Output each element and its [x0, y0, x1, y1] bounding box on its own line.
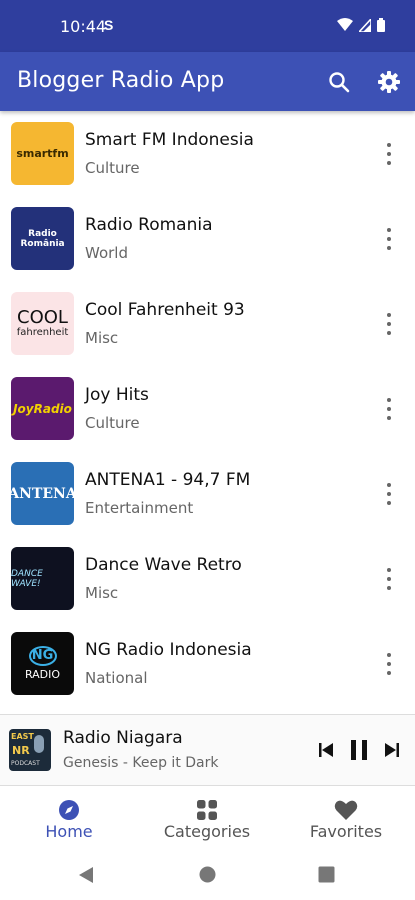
more-options-icon[interactable]: [381, 313, 397, 335]
nav-label: Favorites: [309, 822, 383, 841]
previous-button[interactable]: [316, 739, 336, 761]
station-row[interactable]: smartfm Smart FM Indonesia Culture: [0, 111, 415, 196]
station-logo: DANCE WAVE!: [11, 547, 74, 610]
status-time: 10:44: [60, 17, 107, 36]
station-logo: smartfm: [11, 122, 74, 185]
station-row[interactable]: COOL fahrenheit Cool Fahrenheit 93 Misc: [0, 281, 415, 366]
more-options-icon[interactable]: [381, 398, 397, 420]
settings-button[interactable]: [374, 67, 404, 97]
pause-icon: [351, 740, 367, 760]
logo-text: COOL: [17, 307, 68, 328]
back-icon[interactable]: [78, 866, 94, 884]
recents-icon[interactable]: [318, 866, 335, 883]
station-name: Cool Fahrenheit 93: [85, 300, 245, 320]
station-logo: COOL fahrenheit: [11, 292, 74, 355]
battery-icon: [377, 18, 385, 32]
logo-text: ANTENA: [11, 485, 74, 502]
nav-categories[interactable]: Categories: [138, 787, 276, 850]
status-bar: 10:44 S: [0, 0, 415, 52]
search-icon: [329, 72, 350, 93]
station-category: Culture: [85, 414, 140, 432]
nav-favorites[interactable]: Favorites: [277, 787, 415, 850]
system-navigation-bar: [0, 850, 415, 900]
status-icons: [337, 18, 385, 32]
station-name: NG Radio Indonesia: [85, 640, 252, 660]
logo-text: smartfm: [16, 147, 69, 160]
mini-player[interactable]: EAST NR PODCAST Radio Niagara Genesis - …: [0, 714, 415, 786]
gear-icon: [378, 71, 400, 93]
search-button[interactable]: [324, 67, 354, 97]
wifi-icon: [337, 18, 353, 31]
grid-icon: [197, 800, 217, 820]
notification-s-icon: S: [104, 17, 114, 33]
station-category: World: [85, 244, 128, 262]
player-title: Radio Niagara: [63, 728, 183, 748]
station-category: Entertainment: [85, 499, 194, 517]
station-category: Misc: [85, 584, 119, 602]
logo-text: DANCE WAVE!: [11, 568, 43, 589]
compass-icon: [59, 800, 79, 820]
station-row[interactable]: Radio România Radio Romania World: [0, 196, 415, 281]
logo-text: NG: [28, 646, 57, 666]
station-name: Joy Hits: [85, 385, 149, 405]
station-name: Smart FM Indonesia: [85, 130, 254, 150]
station-category: Culture: [85, 159, 140, 177]
station-name: Radio Romania: [85, 215, 213, 235]
microphone-icon: [34, 735, 44, 753]
nav-label: Categories: [163, 822, 251, 841]
home-icon[interactable]: [199, 866, 216, 883]
station-name: Dance Wave Retro: [85, 555, 242, 575]
station-row[interactable]: ANTENA ANTENA1 - 94,7 FM Entertainment: [0, 451, 415, 536]
station-category: Misc: [85, 329, 119, 347]
station-logo: Radio România: [11, 207, 74, 270]
logo-text: Radio România: [20, 228, 65, 249]
art-text: NR: [12, 744, 30, 757]
station-logo: JoyRadio: [11, 377, 74, 440]
player-artwork: EAST NR PODCAST: [9, 729, 51, 771]
more-options-icon[interactable]: [381, 568, 397, 590]
station-row[interactable]: DANCE WAVE! Dance Wave Retro Misc: [0, 536, 415, 621]
station-row[interactable]: JoyRadio Joy Hits Culture: [0, 366, 415, 451]
nav-home[interactable]: Home: [0, 787, 138, 850]
station-category: National: [85, 669, 148, 687]
station-row[interactable]: NG RADIO NG Radio Indonesia National: [0, 621, 415, 706]
app-bar: Blogger Radio App: [0, 52, 415, 111]
more-options-icon[interactable]: [381, 228, 397, 250]
art-text: PODCAST: [11, 760, 40, 767]
more-options-icon[interactable]: [381, 143, 397, 165]
heart-icon: [334, 800, 358, 820]
pause-button[interactable]: [346, 739, 372, 761]
signal-icon: [359, 18, 371, 32]
logo-text: JoyRadio: [13, 401, 72, 416]
logo-text: fahrenheit: [16, 327, 69, 338]
next-button[interactable]: [382, 739, 402, 761]
station-name: ANTENA1 - 94,7 FM: [85, 470, 251, 490]
skip-previous-icon: [319, 743, 333, 757]
app-title: Blogger Radio App: [17, 68, 225, 93]
nav-label: Home: [45, 822, 93, 841]
bottom-navigation: Home Categories Favorites: [0, 787, 415, 850]
more-options-icon[interactable]: [381, 653, 397, 675]
station-logo: ANTENA: [11, 462, 74, 525]
art-text: EAST: [11, 732, 34, 741]
more-options-icon[interactable]: [381, 483, 397, 505]
skip-next-icon: [385, 743, 399, 757]
logo-text: RADIO: [24, 668, 61, 681]
station-logo: NG RADIO: [11, 632, 74, 695]
player-subtitle: Genesis - Keep it Dark: [63, 755, 219, 771]
